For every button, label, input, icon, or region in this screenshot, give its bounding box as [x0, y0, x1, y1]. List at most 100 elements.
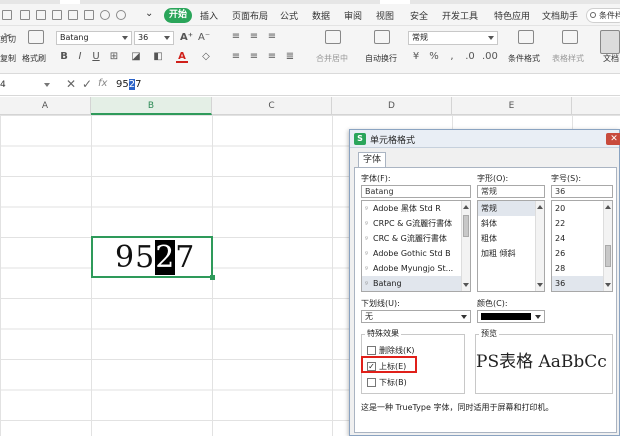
font-size-select[interactable]: 36 — [134, 31, 174, 45]
doc-helper-button[interactable]: 文档 — [603, 53, 619, 64]
decrease-decimal-icon[interactable]: .00 — [482, 51, 498, 63]
list-item[interactable]: ᵍ Adobe Myungjo St... — [362, 261, 470, 276]
menu-tab-doc-helper[interactable]: 文档助手 — [542, 9, 578, 22]
merge-center-icon[interactable] — [325, 30, 341, 44]
scroll-down-icon[interactable] — [537, 283, 543, 287]
confirm-icon[interactable]: ✓ — [82, 77, 92, 91]
column-header-d[interactable]: D — [332, 97, 452, 115]
formula-input[interactable]: 9527 — [116, 77, 416, 93]
column-header-a[interactable]: A — [0, 97, 91, 115]
active-cell-b[interactable]: 9527 — [91, 236, 213, 278]
increase-decimal-icon[interactable]: .0 — [464, 51, 476, 63]
bold-button[interactable]: B — [58, 51, 70, 63]
format-painter-icon[interactable] — [28, 30, 44, 44]
close-icon[interactable]: ✕ — [606, 133, 620, 145]
align-right-icon[interactable]: ≡ — [266, 51, 278, 63]
conditional-format-button[interactable]: 条件格式 — [508, 53, 540, 64]
scroll-thumb[interactable] — [463, 215, 469, 237]
menu-tab-formula[interactable]: 公式 — [280, 9, 298, 22]
scroll-up-icon[interactable] — [463, 205, 469, 209]
doc-helper-icon[interactable] — [600, 30, 620, 54]
save-icon[interactable] — [52, 10, 62, 20]
align-middle-icon[interactable]: ≡ — [248, 31, 260, 43]
column-header-c[interactable]: C — [212, 97, 332, 115]
menu-icon[interactable] — [2, 10, 12, 20]
highlight-icon[interactable]: ◧ — [152, 51, 164, 63]
copy-button[interactable]: 复制 — [0, 53, 16, 64]
search-box[interactable]: 条件样 — [586, 8, 620, 23]
menu-tab-insert[interactable]: 插入 — [200, 9, 218, 22]
size-input[interactable]: 36 — [551, 185, 613, 198]
align-top-icon[interactable]: ≡ — [230, 31, 242, 43]
align-bottom-icon[interactable]: ≡ — [266, 31, 278, 43]
list-item[interactable]: ᵍ CRPC & G流麗行書体 — [362, 216, 470, 231]
column-header-e[interactable]: E — [452, 97, 572, 115]
print-preview-icon[interactable] — [84, 10, 94, 20]
menu-tab-view[interactable]: 视图 — [376, 9, 394, 22]
color-select[interactable] — [477, 310, 545, 323]
table-style-icon[interactable] — [562, 30, 578, 44]
align-center-icon[interactable]: ≡ — [248, 51, 260, 63]
open-folder-icon[interactable] — [36, 10, 46, 20]
wrap-text-button[interactable]: 自动换行 — [365, 53, 397, 64]
format-painter-button[interactable]: 格式刷 — [22, 53, 46, 64]
underline-select[interactable]: 无 — [361, 310, 471, 323]
list-item[interactable]: ᵍ Batang — [362, 276, 470, 291]
list-item[interactable]: ᵍ CRC & G流麗行書体 — [362, 231, 470, 246]
border-icon[interactable]: ⊞ — [108, 51, 120, 63]
fill-color-icon[interactable]: ◪ — [130, 51, 142, 63]
cut-button[interactable]: 剪切 — [0, 34, 16, 45]
menu-tab-start[interactable]: 开始 — [164, 8, 192, 23]
scroll-down-icon[interactable] — [605, 283, 611, 287]
menu-tab-page-layout[interactable]: 页面布局 — [232, 9, 268, 22]
list-item[interactable]: ᵍ Adobe Gothic Std B — [362, 246, 470, 261]
scroll-down-icon[interactable] — [463, 283, 469, 287]
scroll-up-icon[interactable] — [605, 205, 611, 209]
dialog-titlebar[interactable]: S 单元格格式 ✕ — [350, 130, 620, 148]
insert-function-icon[interactable]: fx — [98, 78, 107, 89]
style-list[interactable]: 常规 斜体 粗体 加粗 倾斜 — [477, 200, 545, 292]
undo-icon[interactable] — [100, 10, 110, 20]
italic-button[interactable]: I — [74, 51, 86, 63]
eraser-icon[interactable]: ◇ — [200, 51, 212, 63]
menu-tab-special[interactable]: 特色应用 — [494, 9, 530, 22]
subscript-checkbox[interactable] — [367, 378, 376, 387]
font-color-button[interactable]: A — [176, 51, 188, 63]
tab-font[interactable]: 字体 — [358, 152, 386, 168]
size-list[interactable]: 20 22 24 26 28 36 — [551, 200, 613, 292]
font-name-select[interactable]: Batang — [56, 31, 132, 45]
style-list-scrollbar[interactable] — [535, 201, 544, 291]
currency-icon[interactable]: ¥ — [410, 51, 422, 63]
scroll-thumb[interactable] — [605, 245, 611, 267]
fill-handle[interactable] — [210, 275, 215, 280]
strikethrough-checkbox[interactable] — [367, 346, 376, 355]
scroll-up-icon[interactable] — [537, 205, 543, 209]
cancel-icon[interactable]: ✕ — [66, 77, 76, 91]
name-box[interactable]: 4 — [0, 78, 52, 92]
font-input[interactable]: Batang — [361, 185, 471, 198]
font-list-scrollbar[interactable] — [461, 201, 470, 291]
justify-icon[interactable]: ≣ — [284, 51, 296, 63]
percent-icon[interactable]: % — [428, 51, 440, 63]
merge-center-button[interactable]: 合并居中 — [316, 53, 348, 64]
menu-tab-review[interactable]: 审阅 — [344, 9, 362, 22]
size-list-scrollbar[interactable] — [603, 201, 612, 291]
menu-tab-security[interactable]: 安全 — [410, 9, 428, 22]
new-file-icon[interactable] — [20, 10, 30, 20]
align-left-icon[interactable]: ≡ — [230, 51, 242, 63]
wrap-text-icon[interactable] — [374, 30, 390, 44]
redo-icon[interactable] — [116, 10, 126, 20]
chevron-down-icon[interactable]: ⌄ — [145, 8, 153, 19]
thousands-icon[interactable]: , — [446, 51, 458, 63]
font-list[interactable]: ᵍ Adobe 黑体 Std R ᵍ CRPC & G流麗行書体 ᵍ CRC & G流… — [361, 200, 471, 292]
column-header-b[interactable]: B — [91, 97, 212, 115]
table-style-button[interactable]: 表格样式 — [552, 53, 584, 64]
underline-button[interactable]: U — [90, 51, 102, 63]
decrease-font-icon[interactable]: A⁻ — [198, 32, 210, 44]
conditional-format-icon[interactable] — [518, 30, 534, 44]
list-item[interactable]: ᵍ Adobe 黑体 Std R — [362, 201, 470, 216]
print-icon[interactable] — [68, 10, 78, 20]
menu-tab-data[interactable]: 数据 — [312, 9, 330, 22]
increase-font-icon[interactable]: A⁺ — [180, 32, 193, 44]
style-input[interactable]: 常规 — [477, 185, 545, 198]
